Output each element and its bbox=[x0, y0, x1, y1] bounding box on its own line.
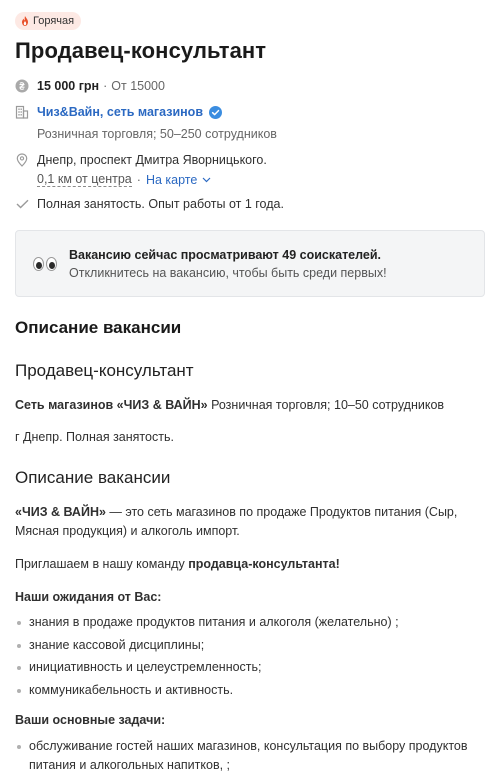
verified-icon bbox=[209, 105, 222, 119]
address-text: Днепр, проспект Дмитра Яворницького. bbox=[37, 153, 267, 167]
salary-row: 15 000 грн · От 15000 bbox=[15, 79, 165, 93]
company-link[interactable]: Чиз&Вайн, сеть магазинов bbox=[37, 105, 203, 119]
company-line-bold: Сеть магазинов «ЧИЗ & ВАЙН» bbox=[15, 398, 208, 412]
tasks-list: обслуживание гостей наших магазинов, кон… bbox=[15, 737, 490, 775]
employment-text: Полная занятость. Опыт работы от 1 года. bbox=[37, 197, 284, 211]
employment-row: Полная занятость. Опыт работы от 1 года. bbox=[15, 197, 284, 211]
about-bold: «ЧИЗ & ВАЙН» bbox=[15, 505, 106, 519]
chevron-down-icon[interactable] bbox=[202, 177, 211, 183]
eyes-icon bbox=[33, 256, 57, 271]
list-item: знания в продаже продуктов питания и алк… bbox=[15, 613, 490, 632]
location-separator: · bbox=[136, 172, 141, 187]
location-line: г Днепр. Полная занятость. bbox=[15, 430, 174, 444]
invite-bold: продавца-консультанта! bbox=[188, 557, 340, 571]
location-pin-icon bbox=[15, 153, 29, 167]
company-meta: Розничная торговля; 50–250 сотрудников bbox=[37, 127, 277, 141]
notice-subtitle: Откликнитесь на вакансию, чтобы быть сре… bbox=[69, 265, 387, 280]
company-line-rest: Розничная торговля; 10–50 сотрудников bbox=[207, 398, 445, 412]
about-company: «ЧИЗ & ВАЙН» — это сеть магазинов по про… bbox=[15, 503, 490, 541]
location-links: 0,1 км от центра · На карте bbox=[37, 172, 211, 187]
viewers-notice: Вакансию сейчас просматривают 49 соискат… bbox=[15, 230, 485, 297]
building-icon bbox=[15, 105, 29, 119]
hot-badge: Горячая bbox=[15, 12, 82, 30]
flame-icon bbox=[22, 16, 28, 26]
invite-prefix: Приглашаем в нашу команду bbox=[15, 557, 189, 571]
list-item: знание кассовой дисциплины; bbox=[15, 636, 490, 655]
description-job-title: Продавец-консультант bbox=[15, 361, 194, 380]
invite-line: Приглашаем в нашу команду продавца-консу… bbox=[15, 555, 490, 574]
map-link[interactable]: На карте bbox=[146, 173, 197, 187]
company-row: Чиз&Вайн, сеть магазинов bbox=[15, 105, 222, 119]
expectations-list: знания в продаже продуктов питания и алк… bbox=[15, 613, 490, 703]
checkmark-icon bbox=[15, 197, 29, 211]
list-item: обслуживание гостей наших магазинов, кон… bbox=[15, 737, 490, 775]
salary-amount: 15 000 грн bbox=[37, 79, 100, 93]
description-heading: Описание вакансии bbox=[15, 318, 182, 337]
tasks-title: Ваши основные задачи: bbox=[15, 713, 166, 727]
distance-from-center[interactable]: 0,1 км от центра bbox=[37, 172, 132, 187]
location-row: Днепр, проспект Дмитра Яворницького. bbox=[15, 153, 267, 167]
notice-title: Вакансию сейчас просматривают 49 соискат… bbox=[69, 247, 382, 262]
hryvnia-icon bbox=[15, 79, 29, 93]
company-line: Сеть магазинов «ЧИЗ & ВАЙН» Розничная то… bbox=[15, 396, 490, 415]
salary-separator: · bbox=[103, 79, 108, 93]
list-item: коммуникабельность и активность. bbox=[15, 681, 490, 700]
expectations-title: Наши ожидания от Вас: bbox=[15, 590, 162, 604]
hot-badge-label: Горячая bbox=[33, 15, 75, 27]
section2-title: Описание вакансии bbox=[15, 468, 171, 487]
job-title: Продавец-консультант bbox=[15, 38, 267, 63]
salary-range: От 15000 bbox=[111, 79, 165, 93]
list-item: инициативность и целеустремленность; bbox=[15, 658, 490, 677]
